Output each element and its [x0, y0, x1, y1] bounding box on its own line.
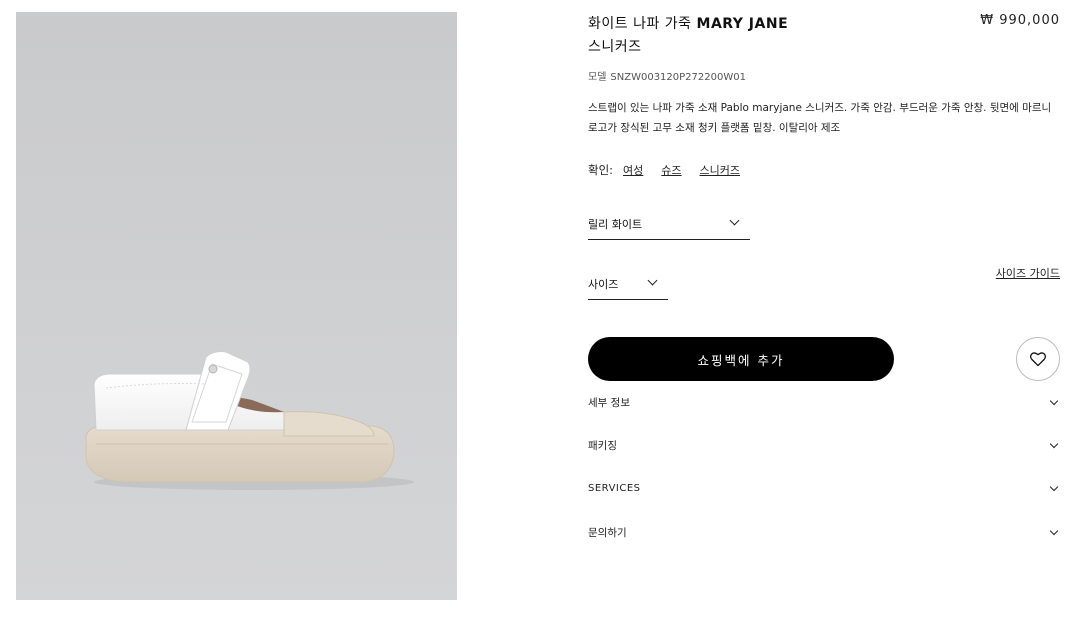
product-title: 화이트 나파 가죽 MARY JANE 스니커즈: [588, 13, 848, 59]
chevron-down-icon: [729, 215, 740, 226]
accordion-services-label: SERVICES: [588, 482, 641, 494]
size-select-value: 사이즈: [588, 278, 619, 291]
product-title-korean: 화이트 나파 가죽: [588, 16, 692, 32]
chevron-down-icon: [1049, 526, 1059, 535]
category-link-shoes[interactable]: 슈즈: [661, 162, 681, 178]
heart-icon: [1029, 352, 1047, 367]
category-link-sneakers[interactable]: 스니커즈: [700, 162, 740, 178]
chevron-down-icon: [1049, 396, 1059, 405]
accordion-contact-label: 문의하기: [588, 526, 627, 539]
accordion-packaging-label: 패키징: [588, 439, 617, 452]
accordion-contact[interactable]: 문의하기: [588, 522, 1060, 542]
accordion-services[interactable]: SERVICES: [588, 478, 1060, 498]
product-image: [16, 12, 457, 600]
category-label: 확인:: [588, 163, 614, 177]
accordion-packaging[interactable]: 패키징: [588, 435, 1060, 455]
product-title-latin: MARY JANE: [696, 16, 789, 32]
size-select[interactable]: 사이즈: [588, 275, 668, 300]
model-line: 모델 SNZW003120P272200W01: [588, 68, 746, 83]
chevron-down-icon: [1049, 482, 1059, 491]
model-label: 모델: [588, 72, 607, 83]
wishlist-button[interactable]: [1016, 337, 1060, 381]
chevron-down-icon: [1049, 439, 1059, 448]
category-links: 확인: 여성 슈즈 스니커즈: [588, 162, 758, 178]
category-link-women[interactable]: 여성: [623, 162, 643, 178]
accordion-details[interactable]: 세부 정보: [588, 392, 1060, 412]
add-to-bag-button[interactable]: 쇼핑백에 추가: [588, 337, 894, 381]
accordion-details-label: 세부 정보: [588, 396, 630, 409]
product-info-panel: 화이트 나파 가죽 MARY JANE 스니커즈 ₩ 990,000 모델 SNZ…: [588, 0, 1060, 617]
color-select[interactable]: 릴리 화이트: [588, 215, 750, 240]
color-select-value: 릴리 화이트: [588, 218, 643, 231]
product-price: ₩ 990,000: [980, 13, 1060, 28]
product-description: 스트랩이 있는 나파 가죽 소재 Pablo maryjane 스니커즈. 가죽…: [588, 102, 1052, 134]
chevron-down-icon: [647, 275, 658, 286]
size-guide-link[interactable]: 사이즈 가이드: [996, 265, 1060, 281]
model-code: SNZW003120P272200W01: [610, 72, 746, 83]
sneaker-illustration: [85, 351, 414, 490]
product-title-suffix: 스니커즈: [588, 39, 642, 55]
